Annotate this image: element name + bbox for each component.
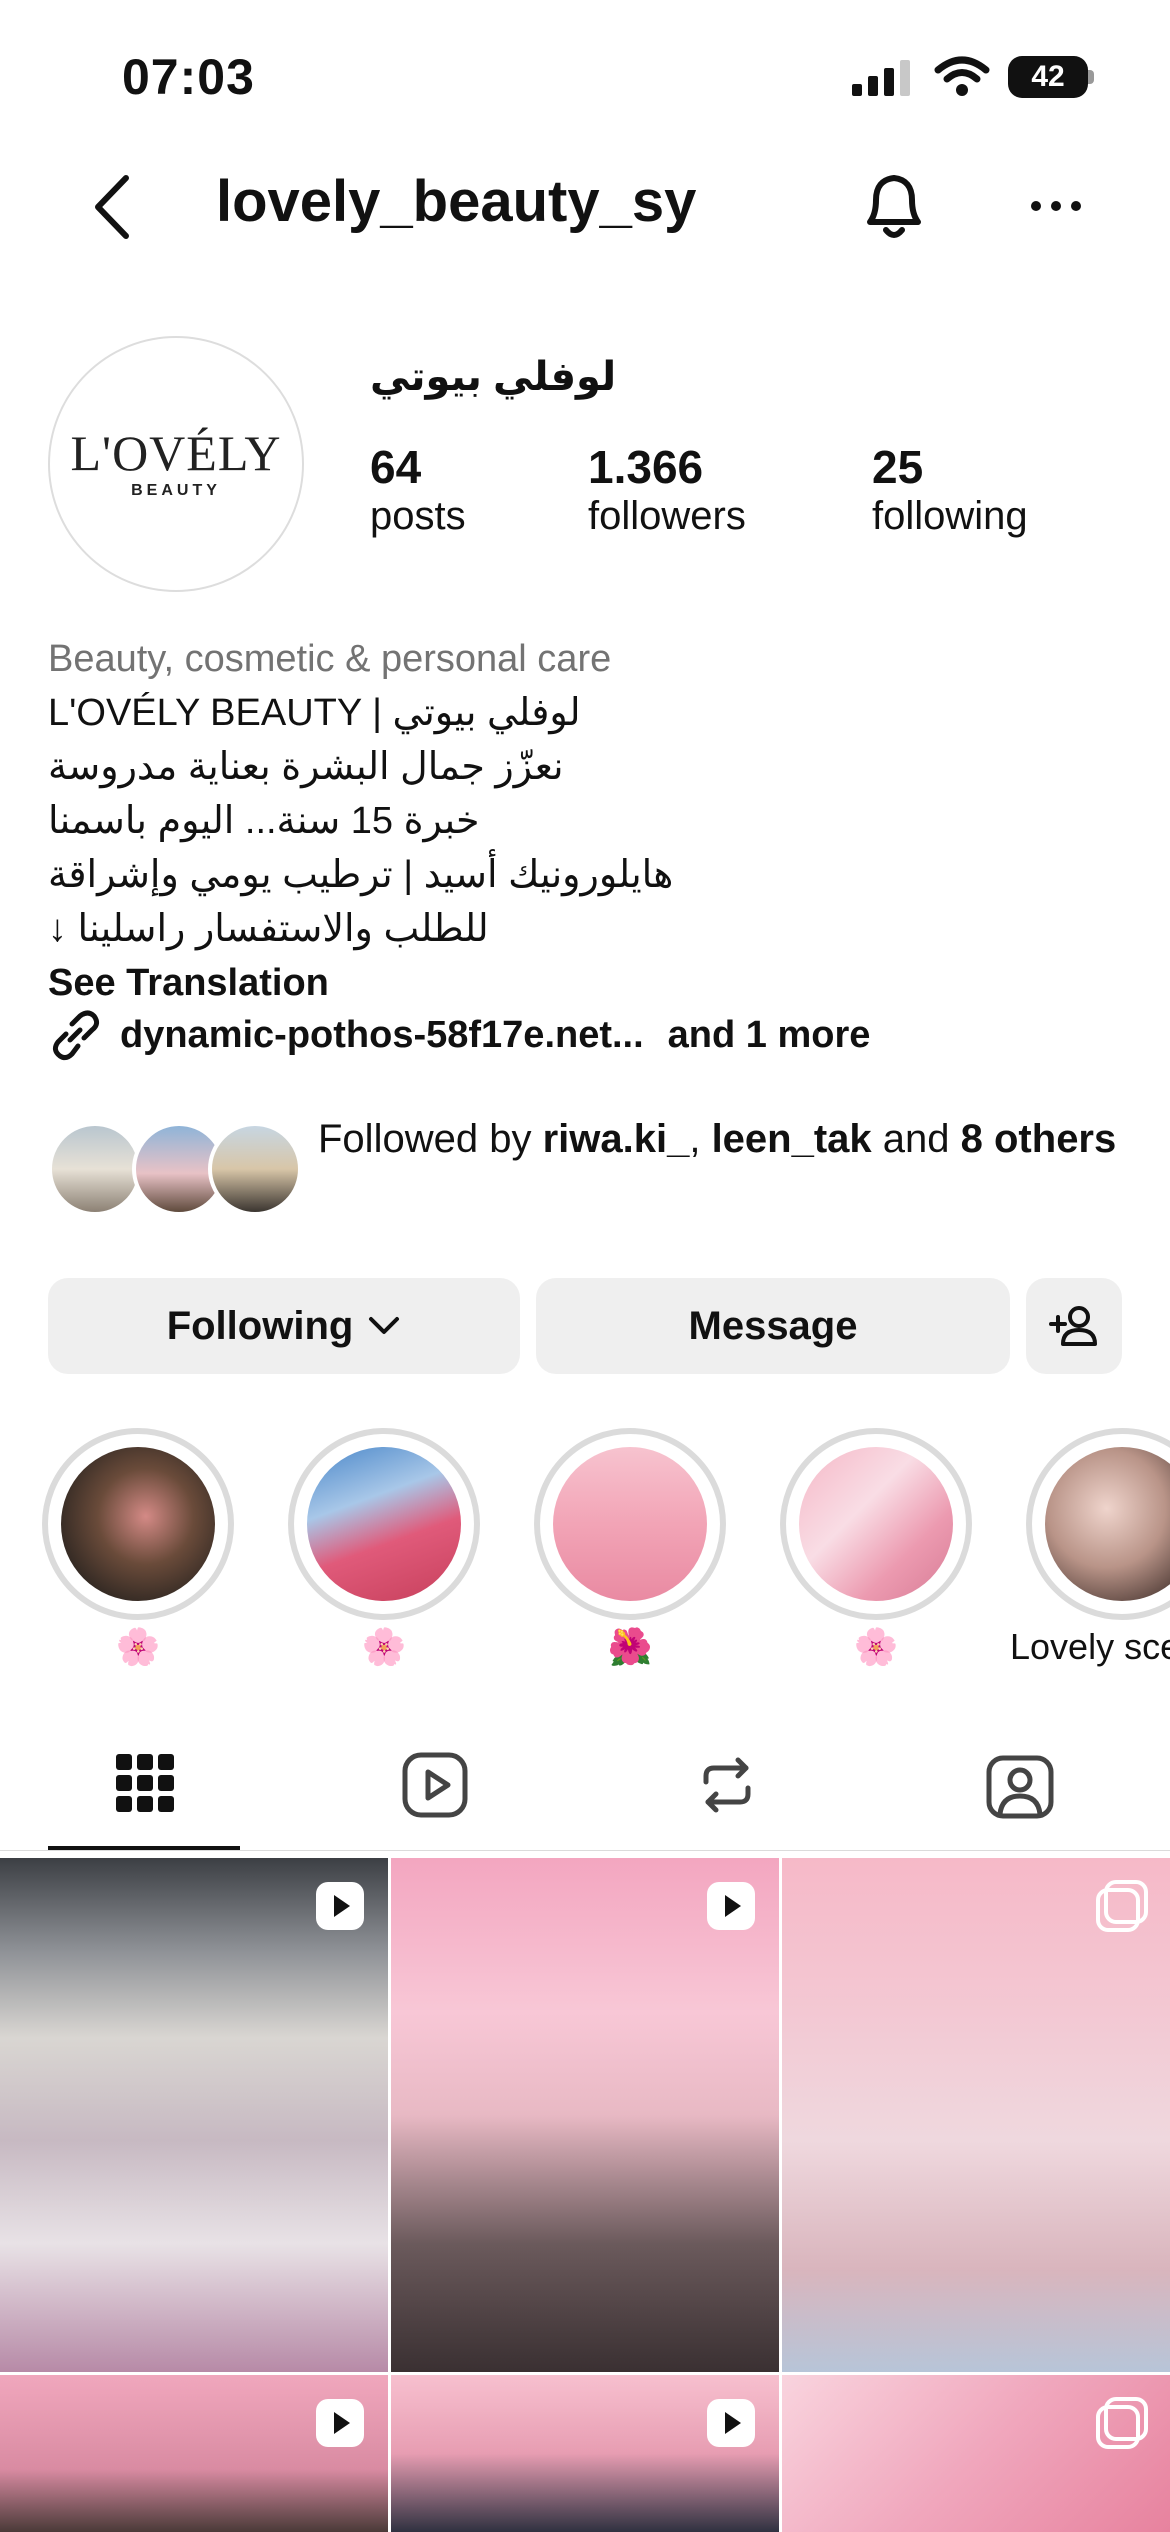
bio-link[interactable]: dynamic-pothos-58f17e.net...: [120, 1014, 644, 1057]
avatar-logo-sub: BEAUTY: [131, 482, 221, 499]
follower-avatar[interactable]: [208, 1122, 302, 1216]
grid-icon[interactable]: [114, 1752, 176, 1814]
following-button[interactable]: Following: [48, 1278, 520, 1374]
see-translation-link[interactable]: See Translation: [48, 956, 1128, 1010]
carousel-badge-icon: [1096, 1880, 1148, 1932]
posts-stat[interactable]: 64 posts: [370, 440, 466, 539]
post-tile[interactable]: [782, 1858, 1170, 2372]
avatar-logo: L'OVÉLY: [70, 425, 282, 481]
reel-badge-icon: [316, 1882, 364, 1930]
post-tile[interactable]: [391, 1858, 779, 2372]
follower-name[interactable]: riwa.ki_: [543, 1117, 690, 1161]
story-highlight[interactable]: [288, 1428, 480, 1620]
more-options-icon[interactable]: [1030, 196, 1082, 216]
suggest-people-button[interactable]: [1026, 1278, 1122, 1374]
bio-line: L'OVÉLY BEAUTY | لوفلي بيوتي: [48, 692, 581, 734]
follower-name[interactable]: leen_tak: [712, 1117, 872, 1161]
back-arrow-icon[interactable]: [90, 172, 134, 242]
display-name: لوفلي بيوتي: [370, 355, 617, 399]
following-label: following: [872, 494, 1028, 538]
followers-label: followers: [588, 494, 746, 538]
wifi-icon: [934, 56, 990, 96]
followers-stat[interactable]: 1.366 followers: [588, 440, 746, 539]
story-highlight[interactable]: [42, 1428, 234, 1620]
highlight-label: 🌸: [853, 1626, 899, 1667]
battery-nub: [1088, 70, 1094, 84]
followed-by-and: and: [871, 1117, 961, 1161]
story-highlight[interactable]: [534, 1428, 726, 1620]
bio-line: هايلورونيك أسيد | ترطيب يومي وإشراقة: [48, 854, 674, 896]
chevron-down-icon: [369, 1317, 400, 1334]
tab-divider: [0, 1850, 1170, 1851]
followed-by-others[interactable]: 8 others: [961, 1117, 1117, 1161]
highlight-cover: [61, 1447, 215, 1601]
link-icon: [52, 1010, 100, 1061]
highlight-label: 🌸: [361, 1626, 407, 1667]
follower-avatar[interactable]: [48, 1122, 142, 1216]
posts-count: 64: [370, 441, 422, 493]
post-tile[interactable]: [0, 2375, 388, 2532]
page-title: lovely_beauty_sy: [216, 169, 697, 234]
following-count: 25: [872, 441, 924, 493]
carousel-badge-icon: [1096, 2397, 1148, 2449]
tagged-icon[interactable]: [986, 1752, 1054, 1820]
story-highlight[interactable]: [780, 1428, 972, 1620]
reel-badge-icon: [316, 2399, 364, 2447]
message-button[interactable]: Message: [536, 1278, 1010, 1374]
reel-badge-icon: [707, 1882, 755, 1930]
following-stat[interactable]: 25 following: [872, 440, 1028, 539]
post-tile[interactable]: [0, 1858, 388, 2372]
reposts-icon[interactable]: [694, 1752, 760, 1818]
avatar[interactable]: L'OVÉLY BEAUTY: [48, 336, 304, 592]
bell-icon[interactable]: [858, 168, 930, 244]
highlight-cover: [1045, 1447, 1170, 1601]
battery-indicator: 42: [1008, 56, 1088, 98]
add-person-icon: [1049, 1306, 1097, 1346]
highlight-cover: [799, 1447, 953, 1601]
bio-link-row[interactable]: dynamic-pothos-58f17e.net... and 1 more: [48, 1008, 870, 1062]
status-time: 07:03: [122, 49, 255, 105]
message-button-label: Message: [688, 1303, 858, 1348]
bio-line: نعزّز جمال البشرة بعناية مدروسة: [48, 746, 564, 788]
bio-line: خبرة 15 سنة... اليوم باسمنا: [48, 800, 480, 842]
highlight-cover: [553, 1447, 707, 1601]
post-tile[interactable]: [782, 2375, 1170, 2532]
posts-label: posts: [370, 494, 466, 538]
reels-icon[interactable]: [402, 1752, 468, 1818]
followed-by-text[interactable]: Followed by riwa.ki_, leen_tak and 8 oth…: [318, 1112, 1118, 1166]
signal-icon: [852, 60, 910, 96]
post-tile[interactable]: [391, 2375, 779, 2532]
reel-badge-icon: [707, 2399, 755, 2447]
bio: Beauty, cosmetic & personal care L'OVÉLY…: [48, 632, 1128, 1010]
followers-count: 1.366: [588, 441, 704, 493]
followed-by-prefix: Followed by: [318, 1117, 543, 1161]
following-button-label: Following: [166, 1303, 354, 1348]
highlight-label: Lovely sce: [1010, 1626, 1170, 1667]
story-highlight[interactable]: [1026, 1428, 1170, 1620]
bio-line: للطلب والاستفسار راسلينا ↓: [48, 908, 489, 950]
highlight-label: 🌸: [115, 1626, 161, 1667]
highlight-cover: [307, 1447, 461, 1601]
highlight-label: 🌺: [607, 1626, 653, 1667]
followed-by-separator: ,: [689, 1117, 712, 1161]
bio-link-more[interactable]: and 1 more: [668, 1014, 871, 1057]
bio-category: Beauty, cosmetic & personal care: [48, 638, 612, 680]
